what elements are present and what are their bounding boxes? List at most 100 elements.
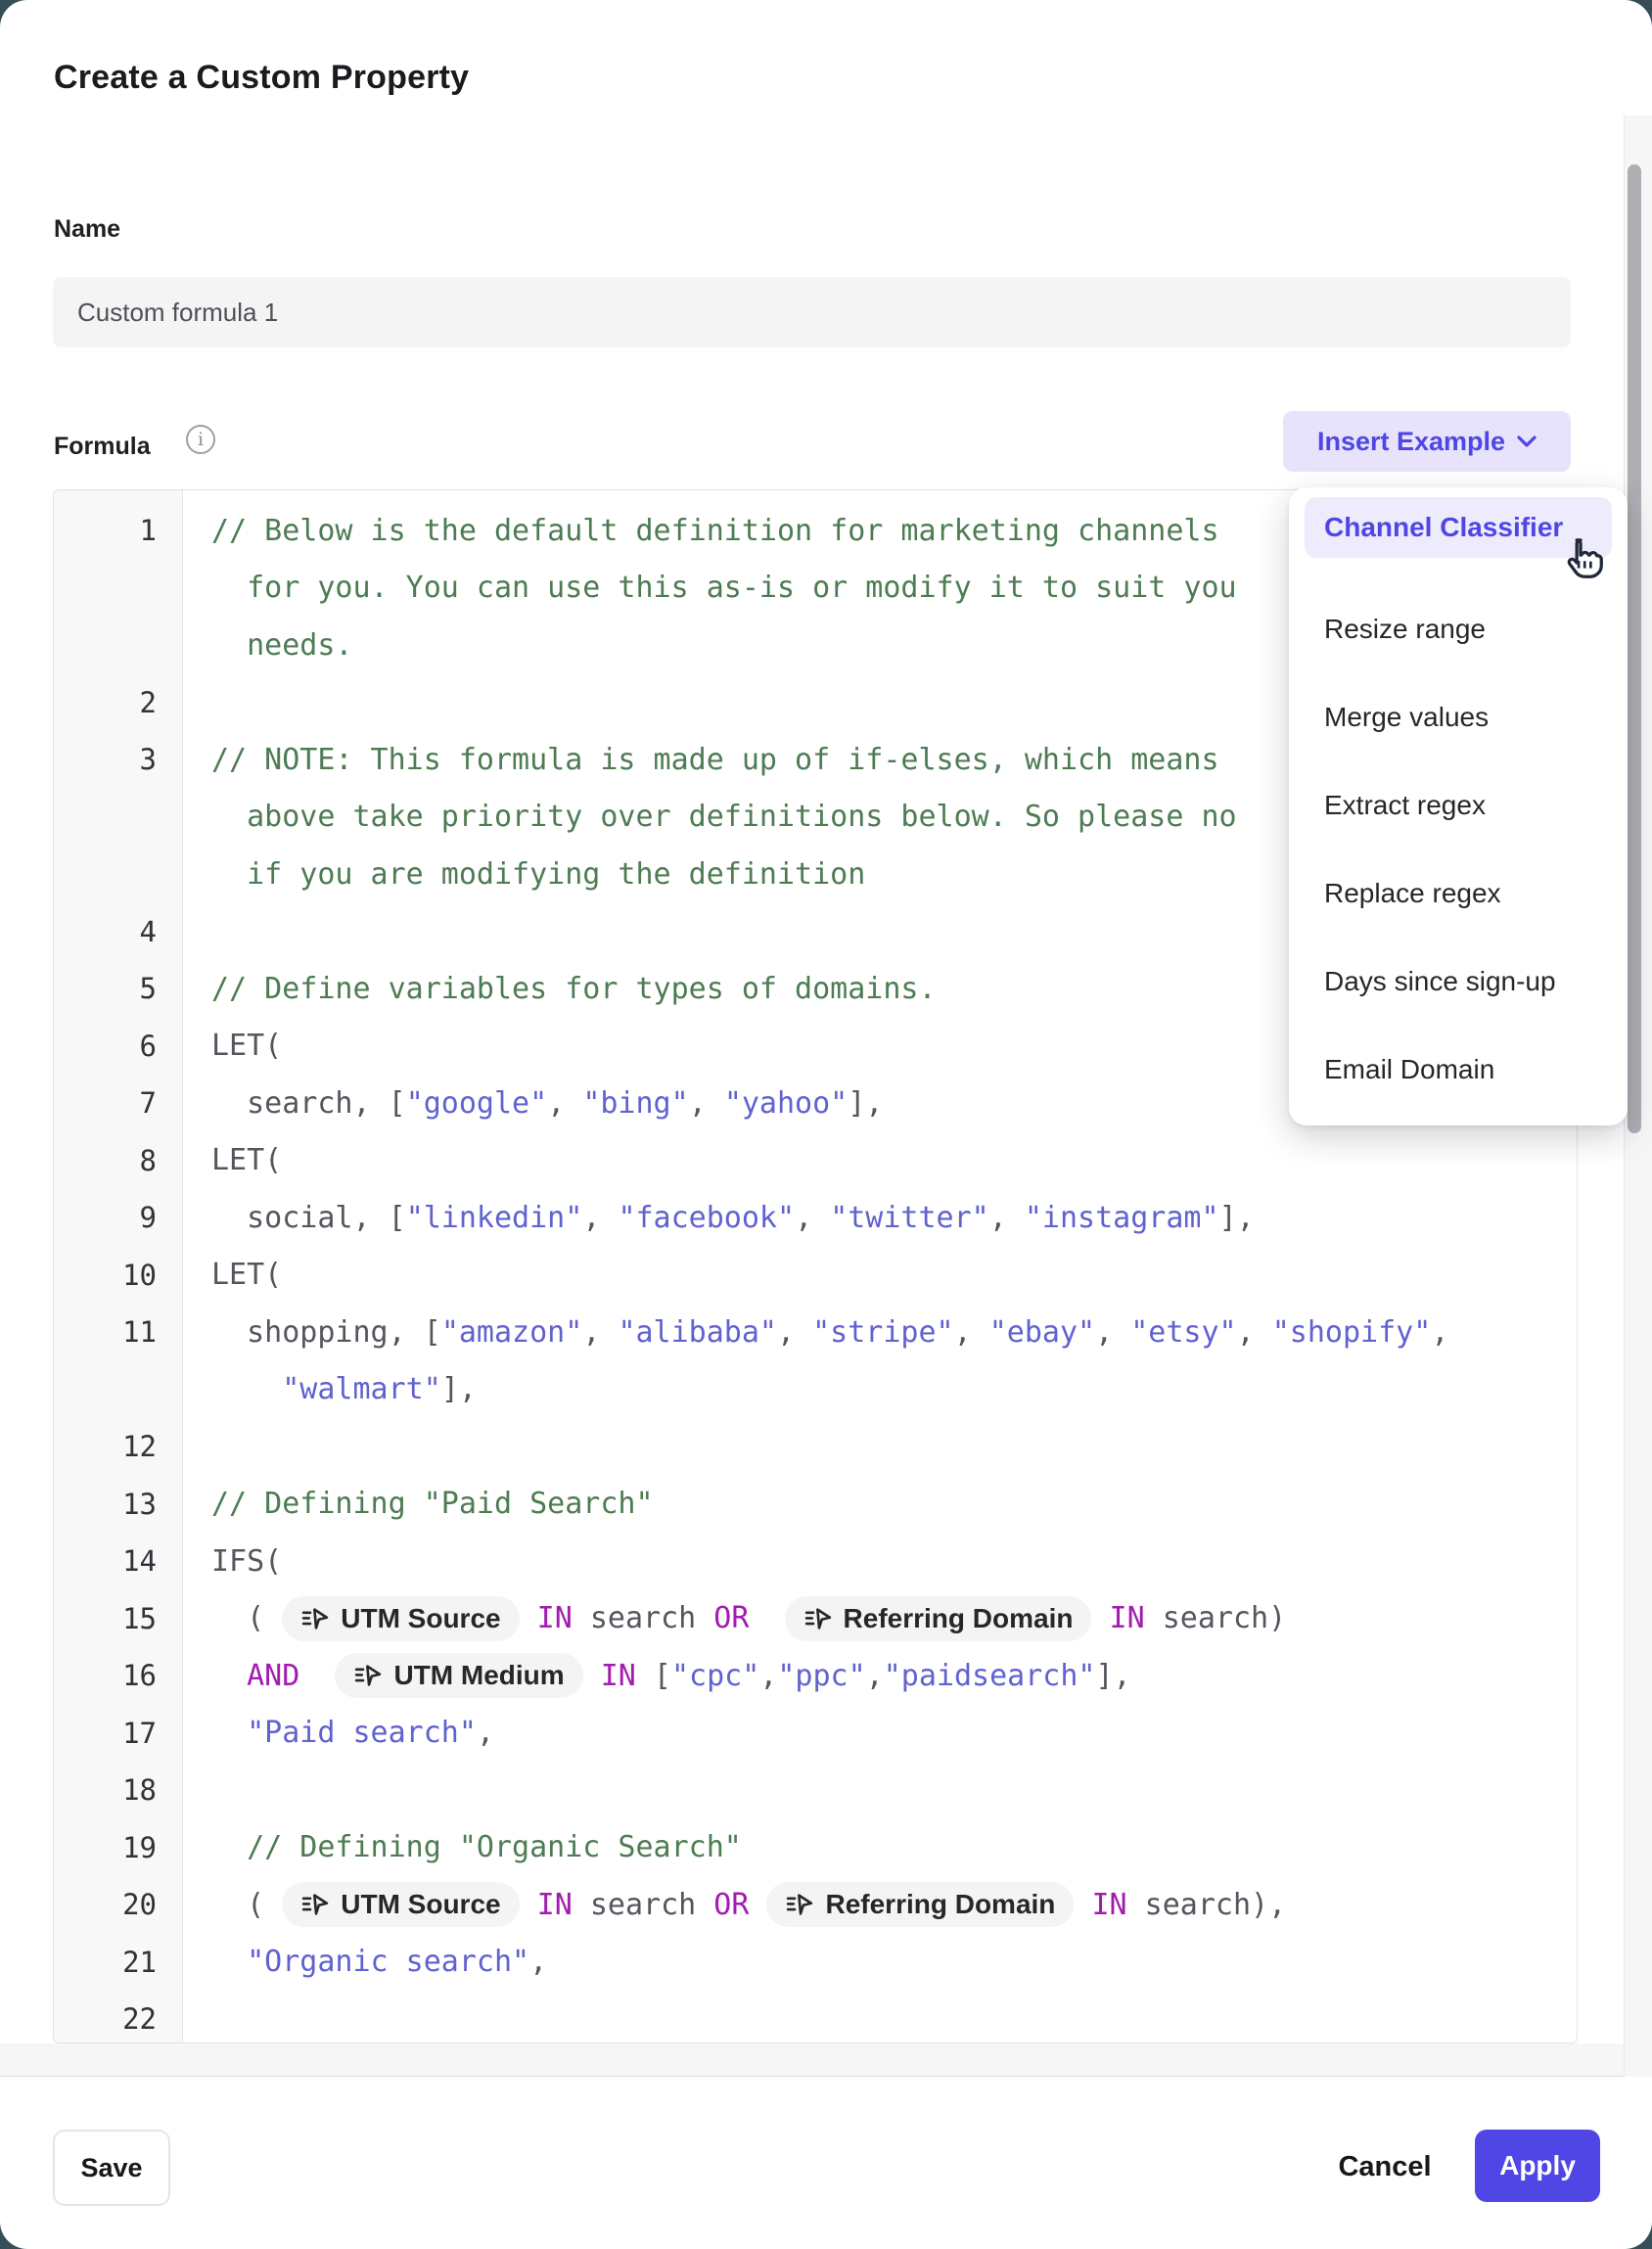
info-icon[interactable]: i xyxy=(186,425,215,454)
code-text: , xyxy=(989,1201,1025,1235)
code-line: // Defining "Paid Search" xyxy=(182,1487,654,1521)
code-row: 11 shopping, ["amazon", "alibaba", "stri… xyxy=(54,1304,1577,1361)
code-keyword: IN xyxy=(1110,1601,1145,1635)
line-number: 15 xyxy=(54,1602,182,1635)
code-line: above take priority over definitions bel… xyxy=(182,800,1237,834)
menu-item-email-domain[interactable]: Email Domain xyxy=(1305,1026,1612,1114)
line-number: 5 xyxy=(54,972,182,1005)
code-row: 13// Defining "Paid Search" xyxy=(54,1476,1577,1534)
menu-item-resize-range[interactable]: Resize range xyxy=(1305,585,1612,673)
code-text: ( xyxy=(211,1601,282,1635)
property-chip-label: UTM Source xyxy=(341,1603,500,1634)
property-chip-referring-domain[interactable]: Referring Domain xyxy=(766,1882,1074,1927)
cancel-button[interactable]: Cancel xyxy=(1316,2139,1453,2194)
code-row: 8LET( xyxy=(54,1132,1577,1190)
code-row: 15 ( UTM Source IN search OR Referring D… xyxy=(54,1590,1577,1648)
menu-item-replace-regex[interactable]: Replace regex xyxy=(1305,849,1612,938)
line-number: 3 xyxy=(54,743,182,776)
code-line: LET( xyxy=(182,1029,282,1063)
code-row: 22 xyxy=(54,1991,1577,2043)
code-text: , xyxy=(582,1315,618,1350)
code-line: needs. xyxy=(182,628,353,663)
code-comment: // Defining "Organic Search" xyxy=(211,1830,742,1864)
menu-item-days-since-sign-up[interactable]: Days since sign-up xyxy=(1305,938,1612,1026)
property-icon xyxy=(300,1604,330,1633)
code-row: 14IFS( xyxy=(54,1533,1577,1590)
property-chip-label: Referring Domain xyxy=(844,1603,1074,1634)
code-text: , xyxy=(477,1716,494,1750)
code-string: "ppc" xyxy=(777,1659,865,1693)
code-text: LET( xyxy=(211,1258,282,1292)
insert-example-button[interactable]: Insert Example xyxy=(1283,411,1571,472)
code-text: ], xyxy=(1095,1659,1130,1693)
code-string: "Paid search" xyxy=(247,1716,477,1750)
code-line: "Paid search", xyxy=(182,1716,494,1750)
line-number: 17 xyxy=(54,1717,182,1750)
code-row: 18 xyxy=(54,1762,1577,1819)
code-comment: // Define variables for types of domains… xyxy=(211,972,937,1006)
code-text: , xyxy=(547,1086,582,1121)
code-text xyxy=(520,1601,537,1635)
code-row: 12 xyxy=(54,1418,1577,1476)
property-chip-utm-source[interactable]: UTM Source xyxy=(282,1596,519,1641)
code-text: , xyxy=(777,1315,812,1350)
code-text xyxy=(211,1945,247,1979)
scrollbar-thumb[interactable] xyxy=(1628,164,1641,1133)
code-row: 17 "Paid search", xyxy=(54,1705,1577,1763)
insert-example-label: Insert Example xyxy=(1317,427,1505,457)
property-chip-utm-medium[interactable]: UTM Medium xyxy=(335,1653,582,1698)
code-string: "bing" xyxy=(582,1086,688,1121)
code-text: search), xyxy=(1127,1888,1287,1922)
code-line: social, ["linkedin", "facebook", "twitte… xyxy=(182,1201,1255,1235)
code-string: "Organic search" xyxy=(247,1945,529,1979)
code-row: 20 ( UTM Source IN search OR Referring D… xyxy=(54,1876,1577,1934)
save-button[interactable]: Save xyxy=(53,2130,170,2206)
code-string: "amazon" xyxy=(441,1315,583,1350)
code-text: social, [ xyxy=(211,1201,406,1235)
code-line: "walmart"], xyxy=(182,1372,477,1406)
line-number: 22 xyxy=(54,2002,182,2036)
property-chip-label: UTM Source xyxy=(341,1889,500,1920)
line-number: 4 xyxy=(54,915,182,948)
menu-item-merge-values[interactable]: Merge values xyxy=(1305,673,1612,761)
code-text xyxy=(211,1372,282,1406)
code-text xyxy=(520,1888,537,1922)
code-text: IFS( xyxy=(211,1544,282,1579)
code-text: , xyxy=(954,1315,989,1350)
code-line: // NOTE: This formula is made up of if-e… xyxy=(182,743,1219,777)
code-text: search xyxy=(573,1601,714,1635)
code-text xyxy=(211,1659,247,1693)
code-line: // Below is the default definition for m… xyxy=(182,514,1219,548)
code-keyword: IN xyxy=(1091,1888,1126,1922)
line-number: 19 xyxy=(54,1831,182,1864)
name-input[interactable] xyxy=(53,277,1571,347)
code-line: IFS( xyxy=(182,1544,282,1579)
code-line: search, ["google", "bing", "yahoo"], xyxy=(182,1086,883,1121)
code-text: , xyxy=(1237,1315,1272,1350)
property-chip-label: UTM Medium xyxy=(393,1660,564,1691)
code-text: shopping, [ xyxy=(211,1315,441,1350)
code-keyword: OR xyxy=(713,1601,749,1635)
code-text: , xyxy=(1095,1315,1130,1350)
code-comment: needs. xyxy=(211,628,353,663)
code-line: // Defining "Organic Search" xyxy=(182,1830,742,1864)
code-comment: if you are modifying the definition xyxy=(211,857,865,892)
code-text: ], xyxy=(441,1372,477,1406)
insert-example-menu: Channel ClassifierResize rangeMerge valu… xyxy=(1289,487,1628,1125)
code-row: 9 social, ["linkedin", "facebook", "twit… xyxy=(54,1189,1577,1247)
code-line: LET( xyxy=(182,1258,282,1292)
menu-item-extract-regex[interactable]: Extract regex xyxy=(1305,761,1612,849)
code-line: LET( xyxy=(182,1143,282,1177)
line-number: 21 xyxy=(54,1946,182,1979)
apply-button[interactable]: Apply xyxy=(1475,2130,1600,2202)
property-chip-referring-domain[interactable]: Referring Domain xyxy=(785,1596,1092,1641)
code-string: "yahoo" xyxy=(724,1086,848,1121)
code-text: , xyxy=(795,1201,830,1235)
property-chip-utm-source[interactable]: UTM Source xyxy=(282,1882,519,1927)
code-text: LET( xyxy=(211,1143,282,1177)
name-label: Name xyxy=(54,215,120,244)
code-comment: for you. You can use this as-is or modif… xyxy=(211,571,1237,605)
code-text: search, [ xyxy=(211,1086,406,1121)
mouse-pointer-icon xyxy=(1558,536,1603,581)
code-line: ( UTM Source IN search OR Referring Doma… xyxy=(182,1882,1286,1927)
